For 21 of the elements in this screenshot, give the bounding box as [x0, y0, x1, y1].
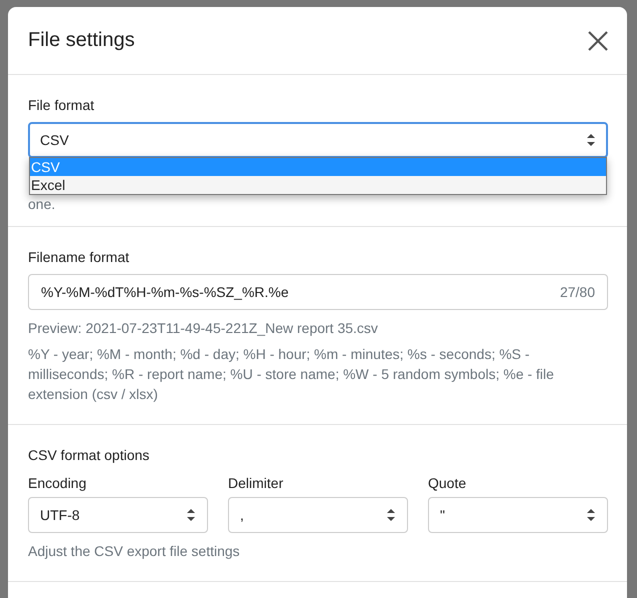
dropdown-option[interactable]: Excel — [30, 176, 606, 194]
sort-arrows-icon — [586, 132, 596, 148]
help-text: %Y - year; %M - month; %d - day; %H - hour; %m - minutes; %s - seconds; %S - milliseconds; %R - report name; %U - store name; %W - 5 random symbols; %e - file extension (csv / xlsx) — [28, 345, 555, 404]
close-icon[interactable] — [587, 30, 609, 52]
option-select[interactable]: UTF-8 — [28, 497, 208, 533]
sort-arrows-icon — [386, 507, 396, 523]
field-label: Encoding — [28, 475, 88, 491]
hint-text: one. — [28, 195, 56, 214]
field-label: Quote — [428, 475, 468, 491]
field-label: Delimiter — [228, 475, 284, 491]
option-select[interactable]: " — [428, 497, 608, 533]
sort-arrows-icon — [586, 507, 596, 523]
filename-input[interactable]: %Y-%M-%dT%H-%m-%s-%SZ_%R.%e 27/80 — [28, 274, 608, 310]
section-title: CSV format options — [28, 447, 150, 463]
field-label: Filename format — [28, 249, 130, 265]
dialog-title: File settings — [28, 29, 135, 52]
option-select[interactable]: , — [228, 497, 408, 533]
field-label: File format — [28, 97, 96, 113]
sort-arrows-icon — [186, 507, 196, 523]
hint-text: Adjust the CSV export file settings — [28, 542, 241, 561]
preview-text: Preview: 2021-07-23T11-49-45-221Z_New report 35.csv — [28, 319, 379, 338]
